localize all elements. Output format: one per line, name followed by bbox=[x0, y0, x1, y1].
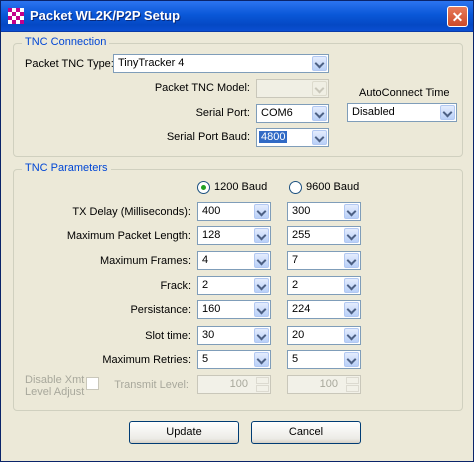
update-button[interactable]: Update bbox=[129, 421, 239, 444]
param-1200-value: 128 bbox=[202, 229, 221, 241]
param-label: Slot time: bbox=[145, 330, 191, 342]
param-label: Frack: bbox=[160, 280, 191, 292]
chevron-down-icon bbox=[440, 105, 455, 120]
close-icon[interactable]: ✕ bbox=[447, 6, 468, 27]
tnc-model-label: Packet TNC Model: bbox=[154, 82, 250, 94]
param-9600-select[interactable]: 224 bbox=[287, 300, 361, 319]
transmit-level-1200-value: 100 bbox=[229, 378, 248, 390]
param-label: Maximum Frames: bbox=[99, 255, 191, 267]
baud-9600-radio[interactable] bbox=[289, 181, 302, 194]
chevron-down-icon bbox=[344, 328, 359, 343]
baud-label: Serial Port Baud: bbox=[166, 131, 250, 143]
param-label: Maximum Retries: bbox=[102, 354, 191, 366]
param-9600-value: 224 bbox=[292, 303, 311, 315]
chevron-down-icon bbox=[254, 278, 269, 293]
baud-value: 4800 bbox=[259, 131, 288, 143]
param-9600-select[interactable]: 255 bbox=[287, 226, 361, 245]
spin-arrows-icon[interactable] bbox=[346, 377, 359, 392]
transmit-level-1200-spinner[interactable]: 100 bbox=[197, 375, 271, 394]
chevron-down-icon bbox=[344, 228, 359, 243]
tnc-model-select[interactable] bbox=[256, 79, 329, 98]
chevron-down-icon bbox=[254, 204, 269, 219]
param-1200-value: 2 bbox=[202, 279, 209, 291]
param-9600-value: 300 bbox=[292, 205, 311, 217]
param-1200-value: 5 bbox=[202, 353, 209, 365]
chevron-down-icon bbox=[344, 204, 359, 219]
transmit-level-9600-value: 100 bbox=[319, 378, 338, 390]
param-9600-value: 255 bbox=[292, 229, 311, 241]
tnc-connection-title: TNC Connection bbox=[22, 36, 110, 48]
chevron-down-icon bbox=[312, 56, 327, 71]
spin-arrows-icon[interactable] bbox=[256, 377, 269, 392]
chevron-down-icon bbox=[312, 106, 327, 121]
serial-port-label: Serial Port: bbox=[195, 107, 250, 119]
param-1200-value: 30 bbox=[202, 329, 215, 341]
chevron-down-icon bbox=[254, 302, 269, 317]
param-9600-select[interactable]: 2 bbox=[287, 276, 361, 295]
autoconnect-select[interactable]: Disabled bbox=[347, 103, 457, 122]
param-label: Maximum Packet Length: bbox=[66, 230, 191, 242]
serial-port-value: COM6 bbox=[261, 107, 293, 119]
disable-xmt-label: Disable Xmt Level Adjust bbox=[25, 374, 85, 398]
chevron-down-icon bbox=[312, 81, 327, 96]
param-9600-select[interactable]: 20 bbox=[287, 326, 361, 345]
param-1200-select[interactable]: 5 bbox=[197, 350, 271, 369]
chevron-down-icon bbox=[344, 352, 359, 367]
transmit-level-9600-spinner[interactable]: 100 bbox=[287, 375, 361, 394]
chevron-down-icon bbox=[254, 253, 269, 268]
baud-1200-label[interactable]: 1200 Baud bbox=[214, 181, 267, 193]
chevron-down-icon bbox=[254, 328, 269, 343]
param-1200-select[interactable]: 400 bbox=[197, 202, 271, 221]
param-1200-value: 160 bbox=[202, 303, 221, 315]
param-label: TX Delay (Milliseconds): bbox=[72, 206, 191, 218]
disable-xmt-checkbox[interactable] bbox=[86, 377, 99, 390]
tnc-parameters-title: TNC Parameters bbox=[22, 162, 111, 174]
param-9600-select[interactable]: 300 bbox=[287, 202, 361, 221]
setup-window: Packet WL2K/P2P Setup ✕ TNC Connection P… bbox=[0, 0, 474, 462]
param-1200-value: 400 bbox=[202, 205, 221, 217]
chevron-down-icon bbox=[344, 253, 359, 268]
chevron-down-icon bbox=[254, 352, 269, 367]
param-label: Persistance: bbox=[130, 304, 191, 316]
autoconnect-value: Disabled bbox=[352, 106, 395, 118]
chevron-down-icon bbox=[344, 302, 359, 317]
autoconnect-label: AutoConnect Time bbox=[359, 87, 450, 99]
title-bar[interactable]: Packet WL2K/P2P Setup ✕ bbox=[1, 1, 473, 32]
tnc-type-select[interactable]: TinyTracker 4 bbox=[113, 54, 329, 73]
tnc-type-label: Packet TNC Type: bbox=[25, 58, 114, 70]
tnc-type-value: TinyTracker 4 bbox=[118, 57, 185, 69]
param-1200-select[interactable]: 2 bbox=[197, 276, 271, 295]
param-1200-select[interactable]: 4 bbox=[197, 251, 271, 270]
cancel-button[interactable]: Cancel bbox=[251, 421, 361, 444]
param-9600-value: 7 bbox=[292, 254, 299, 266]
param-1200-select[interactable]: 160 bbox=[197, 300, 271, 319]
transmit-level-label: Transmit Level: bbox=[114, 379, 189, 391]
param-1200-select[interactable]: 30 bbox=[197, 326, 271, 345]
chevron-down-icon bbox=[312, 130, 327, 145]
param-9600-value: 2 bbox=[292, 279, 299, 291]
window-title: Packet WL2K/P2P Setup bbox=[30, 8, 181, 23]
app-icon bbox=[8, 8, 24, 24]
baud-1200-radio[interactable] bbox=[197, 181, 210, 194]
param-9600-value: 5 bbox=[292, 353, 299, 365]
baud-select[interactable]: 4800 bbox=[256, 128, 329, 147]
chevron-down-icon bbox=[254, 228, 269, 243]
param-1200-value: 4 bbox=[202, 254, 209, 266]
baud-9600-label[interactable]: 9600 Baud bbox=[306, 181, 359, 193]
param-9600-select[interactable]: 5 bbox=[287, 350, 361, 369]
chevron-down-icon bbox=[344, 278, 359, 293]
param-9600-value: 20 bbox=[292, 329, 305, 341]
param-1200-select[interactable]: 128 bbox=[197, 226, 271, 245]
serial-port-select[interactable]: COM6 bbox=[256, 104, 329, 123]
param-9600-select[interactable]: 7 bbox=[287, 251, 361, 270]
